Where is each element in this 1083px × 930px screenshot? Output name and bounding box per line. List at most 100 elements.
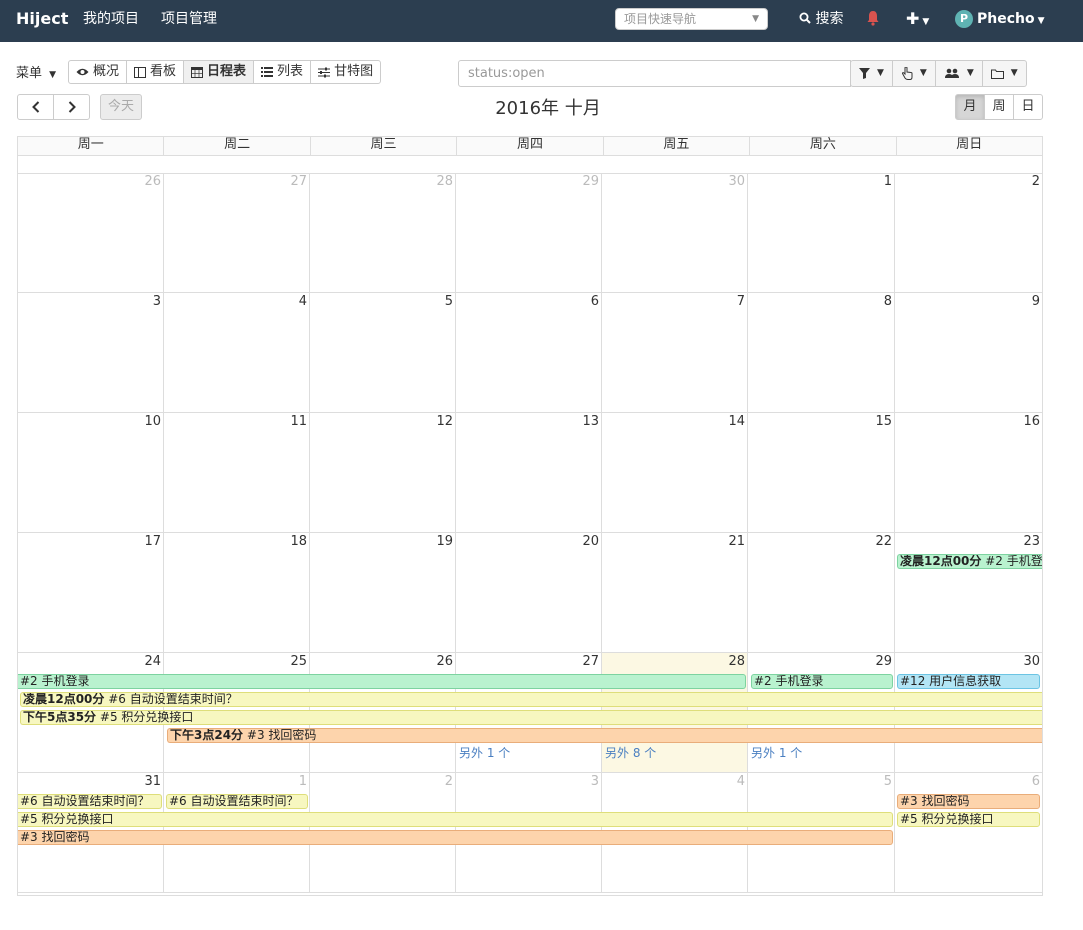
event-title: #6 自动设置结束时间？ (20, 794, 150, 808)
user-menu[interactable]: P Phecho ▼ (955, 0, 1045, 42)
day-number: 14 (728, 414, 745, 429)
day-cell[interactable]: 28 (310, 173, 456, 292)
next-month-button[interactable] (53, 94, 90, 120)
add-menu-button[interactable]: ✚ ▼ (906, 0, 929, 42)
event-title: #2 手机登录 (754, 674, 824, 688)
day-number: 23 (1023, 534, 1040, 549)
event-w6-points-a[interactable]: #5 积分兑换接口 (18, 812, 893, 827)
day-cell[interactable]: 30 (602, 173, 748, 292)
day-number: 4 (736, 774, 745, 789)
event-w4-login[interactable]: 凌晨12点00分 #2 手机登录 (897, 554, 1042, 569)
nav-project-management[interactable]: 项目管理 (161, 0, 217, 42)
day-cell[interactable]: 6 (456, 293, 602, 412)
day-number: 6 (1031, 774, 1040, 789)
day-cell[interactable]: 1 (748, 173, 895, 292)
view-list-button[interactable]: 列表 (253, 60, 312, 84)
event-title: #3 找回密码 (900, 794, 970, 808)
day-cell[interactable]: 22 (748, 533, 895, 652)
menu-label: 菜单 (16, 66, 43, 81)
nav-my-projects[interactable]: 我的项目 (83, 0, 139, 42)
search-link[interactable]: 搜索 (799, 0, 843, 42)
more-events-fri[interactable]: 另外 8 个 (605, 744, 656, 761)
day-cell[interactable]: 20 (456, 533, 602, 652)
prev-month-button[interactable] (17, 94, 54, 120)
day-cell[interactable]: 21 (602, 533, 748, 652)
project-quick-nav-select[interactable]: 项目快速导航 ▼ (615, 8, 768, 30)
day-cell[interactable]: 5 (310, 293, 456, 412)
event-w6-autoend-b[interactable]: #6 自动设置结束时间？ (166, 794, 308, 809)
day-cell[interactable]: 10 (18, 413, 164, 532)
day-cell[interactable]: 29 (456, 173, 602, 292)
day-number: 12 (436, 414, 453, 429)
today-button[interactable]: 今天 (100, 94, 142, 120)
day-cell[interactable]: 9 (895, 293, 1042, 412)
day-number: 21 (728, 534, 745, 549)
day-cell[interactable]: 3 (18, 293, 164, 412)
day-cell[interactable]: 23 (895, 533, 1042, 652)
event-title: #2 手机登录 (20, 674, 90, 688)
day-cell[interactable]: 19 (310, 533, 456, 652)
view-calendar-button[interactable]: 日程表 (183, 60, 255, 84)
filter-button[interactable]: ▼ (850, 60, 893, 87)
view-board-button[interactable]: 看板 (126, 60, 185, 84)
event-time: 下午5点35分 (23, 710, 97, 724)
bell-icon[interactable] (866, 10, 880, 26)
day-cell[interactable]: 26 (18, 173, 164, 292)
event-w5-points[interactable]: 下午5点35分 #5 积分兑换接口 (20, 710, 1042, 725)
mode-month-button[interactable]: 月 (955, 94, 985, 120)
day-cell[interactable]: 18 (164, 533, 310, 652)
event-w6-password-b[interactable]: #3 找回密码 (897, 794, 1040, 809)
filter-icon (859, 68, 870, 79)
brand-logo[interactable]: Hiject (16, 0, 68, 42)
day-cell[interactable]: 27 (164, 173, 310, 292)
day-number: 29 (875, 654, 892, 669)
event-title: #5 积分兑换接口 (99, 710, 194, 724)
day-number: 28 (728, 654, 745, 669)
event-w6-points-b[interactable]: #5 积分兑换接口 (897, 812, 1040, 827)
event-w6-autoend-a[interactable]: #6 自动设置结束时间？ (18, 794, 162, 809)
day-number: 24 (144, 654, 161, 669)
day-number: 5 (883, 774, 892, 789)
event-time: 凌晨12点00分 (23, 692, 105, 706)
more-events-thu[interactable]: 另外 1 个 (459, 744, 510, 761)
event-w5-userinfo[interactable]: #12 用户信息获取 (897, 674, 1040, 689)
day-cell[interactable]: 8 (748, 293, 895, 412)
event-w5-login-b[interactable]: #2 手机登录 (751, 674, 893, 689)
day-cell[interactable]: 7 (602, 293, 748, 412)
action-button[interactable]: ▼ (891, 60, 936, 87)
week-row: 26 27 28 29 30 1 2 (18, 173, 1042, 293)
day-cell[interactable]: 2 (895, 173, 1042, 292)
view-overview-button[interactable]: 概况 (68, 60, 128, 84)
day-cell[interactable]: 14 (602, 413, 748, 532)
day-cell[interactable]: 16 (895, 413, 1042, 532)
filter-search-input[interactable]: status:open (458, 60, 851, 87)
sliders-icon (318, 67, 331, 77)
chevron-down-icon: ▼ (922, 17, 930, 27)
day-cell[interactable]: 12 (310, 413, 456, 532)
event-w5-autoend[interactable]: 凌晨12点00分 #6 自动设置结束时间？ (20, 692, 1042, 707)
users-icon (944, 68, 959, 78)
day-cell[interactable]: 6 (895, 773, 1042, 892)
event-w6-password-a[interactable]: #3 找回密码 (18, 830, 893, 845)
day-cell[interactable]: 17 (18, 533, 164, 652)
users-filter-button[interactable]: ▼ (934, 60, 983, 87)
event-w5-password[interactable]: 下午3点24分 #3 找回密码 (167, 728, 1042, 743)
view-gantt-button[interactable]: 甘特图 (310, 60, 382, 84)
day-cell[interactable]: 4 (164, 293, 310, 412)
chevron-down-icon: ▼ (966, 68, 974, 78)
menu-dropdown[interactable]: 菜单 ▼ (16, 62, 56, 81)
event-title: #6 自动设置结束时间？ (108, 692, 238, 706)
hand-pointer-icon (901, 67, 913, 80)
folder-filter-button[interactable]: ▼ (981, 60, 1027, 87)
event-w5-login-a[interactable]: #2 手机登录 (18, 674, 746, 689)
day-cell[interactable]: 13 (456, 413, 602, 532)
header-spacer (18, 155, 1042, 174)
day-cell[interactable]: 15 (748, 413, 895, 532)
mode-day-button[interactable]: 日 (1013, 94, 1043, 120)
search-icon (799, 12, 811, 24)
day-cell[interactable]: 11 (164, 413, 310, 532)
event-time: 下午3点24分 (170, 728, 244, 742)
event-title: #2 手机登录 (985, 554, 1042, 568)
mode-week-button[interactable]: 周 (984, 94, 1014, 120)
more-events-sat[interactable]: 另外 1 个 (751, 744, 802, 761)
